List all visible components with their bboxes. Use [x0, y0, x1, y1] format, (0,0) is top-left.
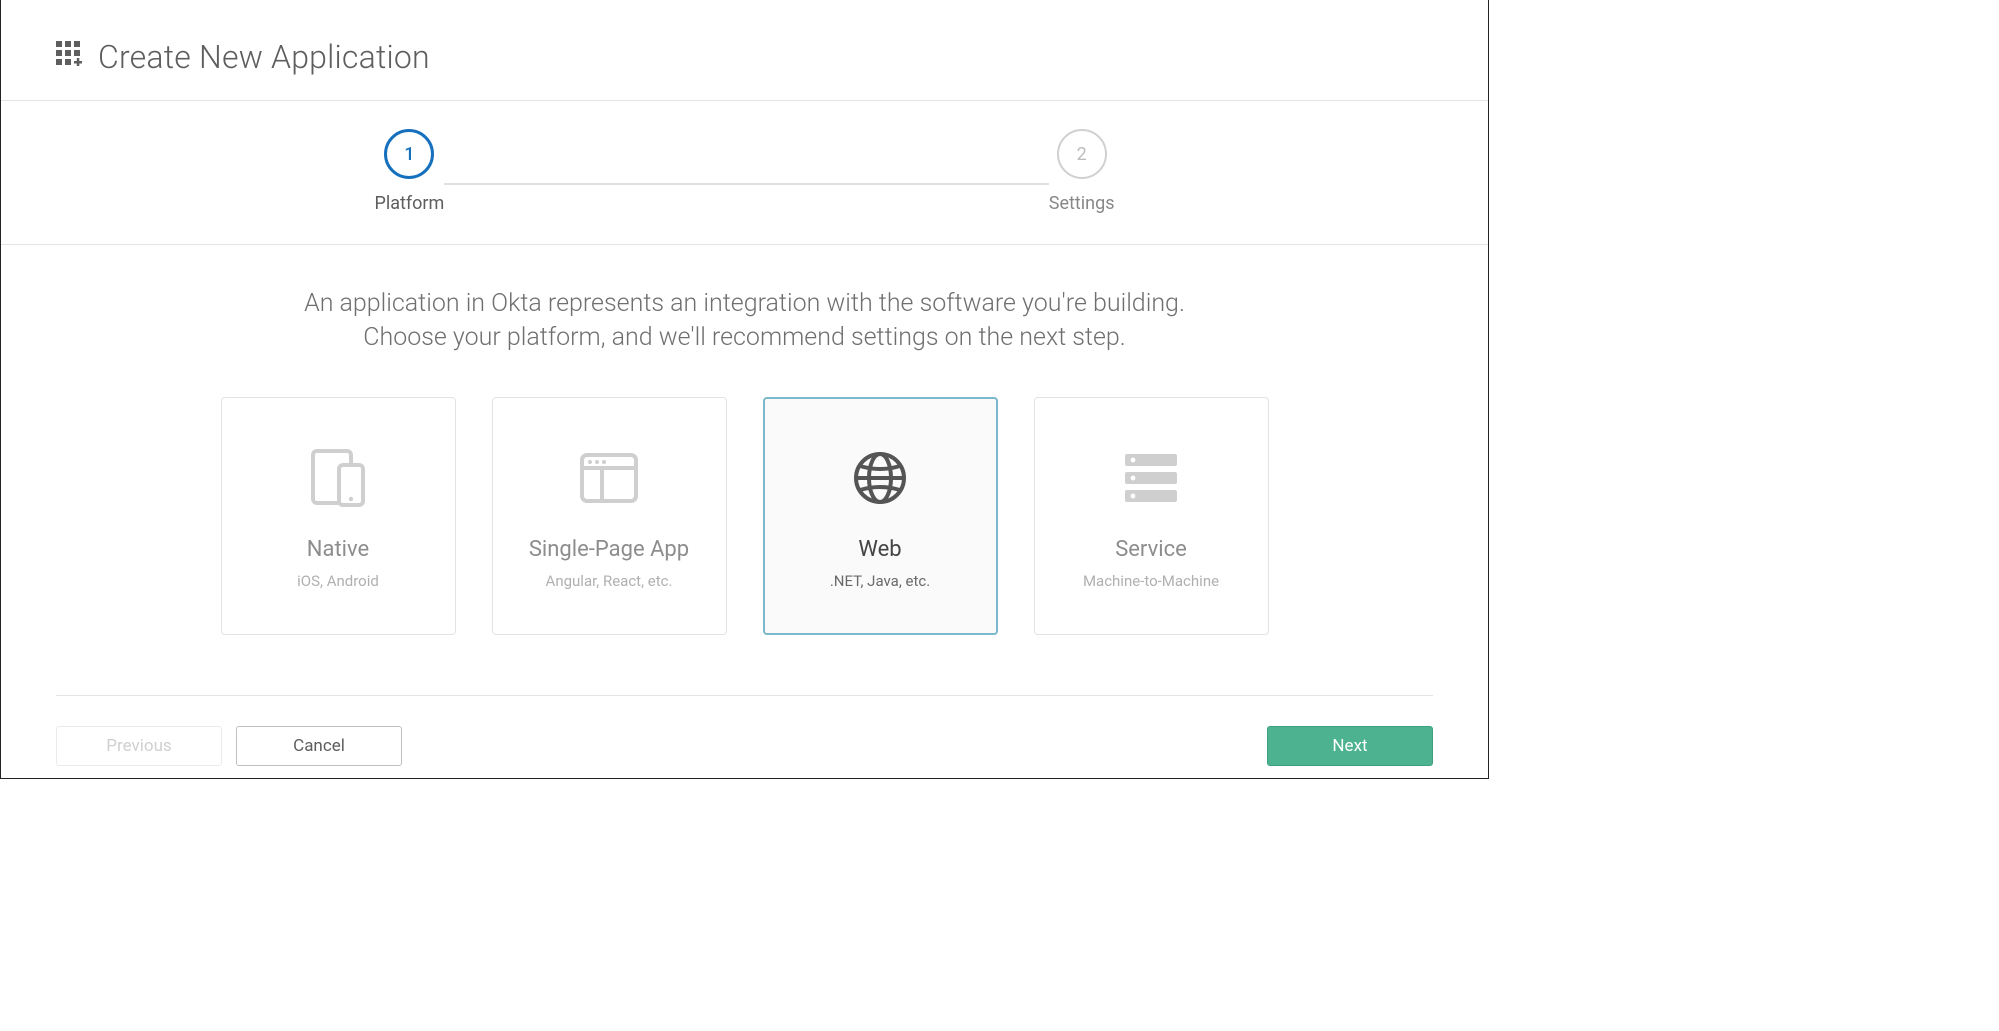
next-button[interactable]: Next — [1267, 726, 1433, 766]
platform-card-native[interactable]: Native iOS, Android — [221, 397, 456, 635]
platform-card-web[interactable]: Web .NET, Java, etc. — [763, 397, 998, 635]
platform-title: Native — [307, 537, 369, 562]
step-label: Settings — [1049, 193, 1115, 214]
browser-window-icon — [580, 441, 638, 515]
platform-card-service[interactable]: Service Machine-to-Machine — [1034, 397, 1269, 635]
step-connector — [444, 183, 1048, 185]
description-text: An application in Okta represents an int… — [1, 245, 1488, 355]
platform-subtitle: .NET, Java, etc. — [830, 572, 930, 590]
description-line: An application in Okta represents an int… — [56, 287, 1433, 321]
platform-title: Single-Page App — [529, 537, 689, 562]
globe-icon — [852, 441, 908, 515]
dialog-header: Create New Application — [1, 0, 1488, 101]
server-icon — [1121, 441, 1181, 515]
platform-subtitle: Machine-to-Machine — [1083, 572, 1219, 590]
platform-options: Native iOS, Android Single-Page App Angu… — [1, 355, 1488, 695]
platform-subtitle: Angular, React, etc. — [546, 572, 673, 590]
wizard-stepper: 1 Platform 2 Settings — [1, 101, 1488, 245]
step-platform: 1 Platform — [375, 129, 445, 214]
platform-title: Service — [1115, 537, 1187, 562]
platform-subtitle: iOS, Android — [297, 572, 379, 590]
platform-title: Web — [858, 537, 901, 562]
step-settings: 2 Settings — [1049, 129, 1115, 214]
step-label: Platform — [375, 193, 445, 214]
description-line: Choose your platform, and we'll recommen… — [56, 321, 1433, 355]
previous-button[interactable]: Previous — [56, 726, 222, 766]
apps-grid-icon — [56, 41, 84, 73]
step-number: 2 — [1057, 129, 1107, 179]
create-application-dialog: Create New Application 1 Platform 2 Sett… — [0, 0, 1489, 779]
platform-card-spa[interactable]: Single-Page App Angular, React, etc. — [492, 397, 727, 635]
page-title: Create New Application — [98, 38, 430, 76]
step-number: 1 — [384, 129, 434, 179]
dialog-footer: Previous Cancel Next — [56, 695, 1433, 766]
cancel-button[interactable]: Cancel — [236, 726, 402, 766]
devices-icon — [305, 441, 371, 515]
